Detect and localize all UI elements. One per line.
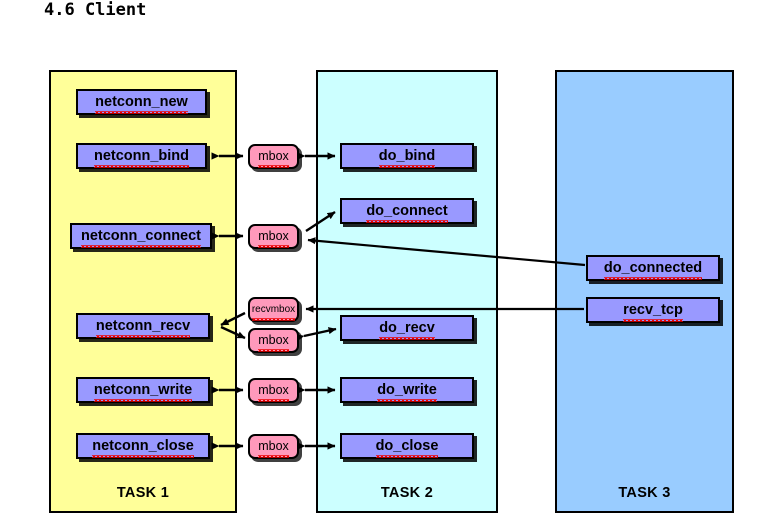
api-box-netconn-new[interactable]: netconn_new [76, 89, 207, 115]
mailbox-recv[interactable]: mbox [248, 328, 299, 353]
mailbox-recvmbox-label: recvmbox [251, 299, 296, 321]
mailbox-write[interactable]: mbox [248, 378, 299, 403]
api-box-do-connect[interactable]: do_connect [340, 198, 474, 224]
api-box-do-close-label: do_close [375, 435, 438, 459]
client-architecture-diagram: TASK 1 TASK 2 TASK 3 netconn_new netconn… [0, 0, 760, 532]
mailbox-write-label: mbox [258, 380, 289, 402]
api-box-do-close[interactable]: do_close [340, 433, 474, 459]
api-box-do-recv-label: do_recv [379, 317, 435, 341]
api-box-netconn-connect[interactable]: netconn_connect [70, 223, 212, 249]
api-box-netconn-bind-label: netconn_bind [93, 145, 190, 169]
mailbox-recvmbox[interactable]: recvmbox [248, 297, 299, 322]
api-box-netconn-recv[interactable]: netconn_recv [76, 313, 210, 339]
task-column-task3: TASK 3 [555, 70, 734, 513]
api-box-do-connected[interactable]: do_connected [586, 255, 720, 281]
api-box-netconn-write[interactable]: netconn_write [76, 377, 210, 403]
mailbox-close-label: mbox [258, 436, 289, 458]
api-box-do-write-label: do_write [377, 379, 437, 403]
api-box-do-connect-label: do_connect [366, 200, 449, 224]
api-box-netconn-bind[interactable]: netconn_bind [76, 143, 207, 169]
task-column-label-task2: TASK 2 [380, 485, 434, 501]
api-box-recv-tcp[interactable]: recv_tcp [586, 297, 720, 323]
api-box-do-recv[interactable]: do_recv [340, 315, 474, 341]
mailbox-connect[interactable]: mbox [248, 224, 299, 249]
task-column-label-task1: TASK 1 [116, 485, 170, 501]
api-box-netconn-connect-label: netconn_connect [80, 225, 202, 249]
api-box-netconn-recv-label: netconn_recv [95, 315, 191, 339]
mailbox-bind[interactable]: mbox [248, 144, 299, 169]
api-box-do-connected-label: do_connected [603, 257, 703, 281]
api-box-netconn-close[interactable]: netconn_close [76, 433, 210, 459]
api-box-do-bind[interactable]: do_bind [340, 143, 474, 169]
api-box-do-write[interactable]: do_write [340, 377, 474, 403]
api-box-do-bind-label: do_bind [378, 145, 436, 169]
mailbox-recv-label: mbox [258, 330, 289, 352]
task-column-label-task3: TASK 3 [618, 485, 671, 501]
mailbox-connect-label: mbox [258, 226, 289, 248]
api-box-netconn-write-label: netconn_write [93, 379, 193, 403]
api-box-netconn-new-label: netconn_new [95, 91, 188, 115]
mailbox-bind-label: mbox [258, 146, 289, 168]
mailbox-close[interactable]: mbox [248, 434, 299, 459]
api-box-netconn-close-label: netconn_close [92, 435, 194, 459]
api-box-recv-tcp-label: recv_tcp [623, 299, 683, 323]
